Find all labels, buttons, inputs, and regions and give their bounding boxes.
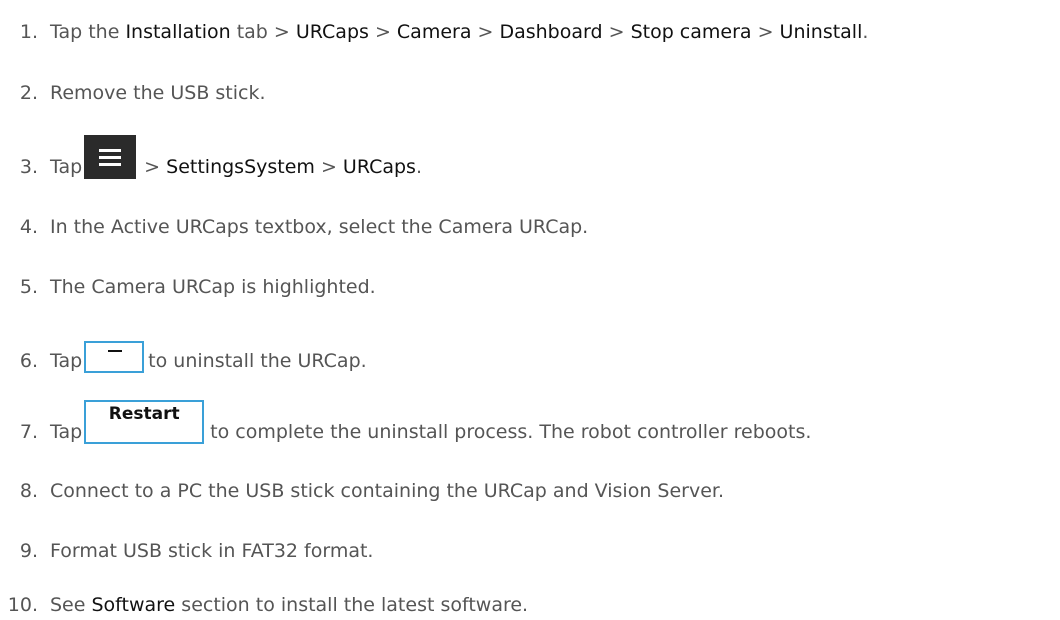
step-text: See Software section to install the late…: [50, 594, 529, 616]
step-text: Tap the Installation tab > URCaps > Came…: [50, 21, 869, 43]
step-2: 2. Remove the USB stick.: [0, 61, 266, 105]
step-1: 1. Tap the Installation tab > URCaps > C…: [0, 0, 869, 44]
step-7: 7. Tap Restart to complete the uninstall…: [0, 394, 811, 444]
step-number: 10.: [7, 594, 38, 616]
instruction-list: 1. Tap the Installation tab > URCaps > C…: [0, 0, 1060, 620]
step-4: 4. In the Active URCaps textbox, select …: [0, 195, 588, 239]
step-number: 7.: [19, 421, 38, 443]
step-number: 9.: [19, 540, 38, 562]
step-8: 8. Connect to a PC the USB stick contain…: [0, 459, 724, 503]
step-text: Connect to a PC the USB stick containing…: [50, 480, 725, 502]
urcaps-ref: URCaps: [342, 156, 416, 178]
step-10: 10. See Software section to install the …: [0, 573, 528, 617]
step-text: to uninstall the URCap.: [148, 350, 367, 372]
step-text-tap: Tap: [50, 156, 83, 178]
step-text-tap: Tap: [50, 421, 83, 443]
restart-button-icon: Restart: [84, 400, 205, 444]
camera-ref: Camera: [396, 21, 472, 43]
step-6: 6. Tap to uninstall the URCap.: [0, 325, 367, 373]
step-text: The Camera URCap is highlighted.: [50, 276, 376, 298]
step-number: 3.: [19, 156, 38, 178]
step-number: 8.: [19, 480, 38, 502]
step-3: 3. Tap > SettingsSystem > URCaps.: [0, 121, 422, 179]
step-text: In the Active URCaps textbox, select the…: [50, 216, 589, 238]
software-section-ref: Software: [91, 594, 176, 616]
step-5: 5. The Camera URCap is highlighted.: [0, 255, 376, 299]
stop-camera-ref: Stop camera: [630, 21, 752, 43]
step-text: Remove the USB stick.: [50, 82, 266, 104]
step-number: 4.: [19, 216, 38, 238]
step-number: 5.: [19, 276, 38, 298]
step-number: 6.: [19, 350, 38, 372]
step-number: 1.: [19, 21, 38, 43]
uninstall-ref: Uninstall: [779, 21, 863, 43]
step-number: 2.: [19, 82, 38, 104]
urcaps-ref: URCaps: [295, 21, 369, 43]
dashboard-ref: Dashboard: [499, 21, 603, 43]
hamburger-menu-icon: [84, 135, 137, 179]
step-text: to complete the uninstall process. The r…: [210, 421, 812, 443]
step-text: Format USB stick in FAT32 format.: [50, 540, 374, 562]
step-text-tap: Tap: [50, 350, 83, 372]
minus-icon: [84, 341, 145, 373]
installation-tab-ref: Installation: [125, 21, 231, 43]
step-9: 9. Format USB stick in FAT32 format.: [0, 519, 374, 563]
settings-system-ref: SettingsSystem: [166, 156, 315, 178]
step-text: > SettingsSystem > URCaps.: [144, 156, 422, 178]
